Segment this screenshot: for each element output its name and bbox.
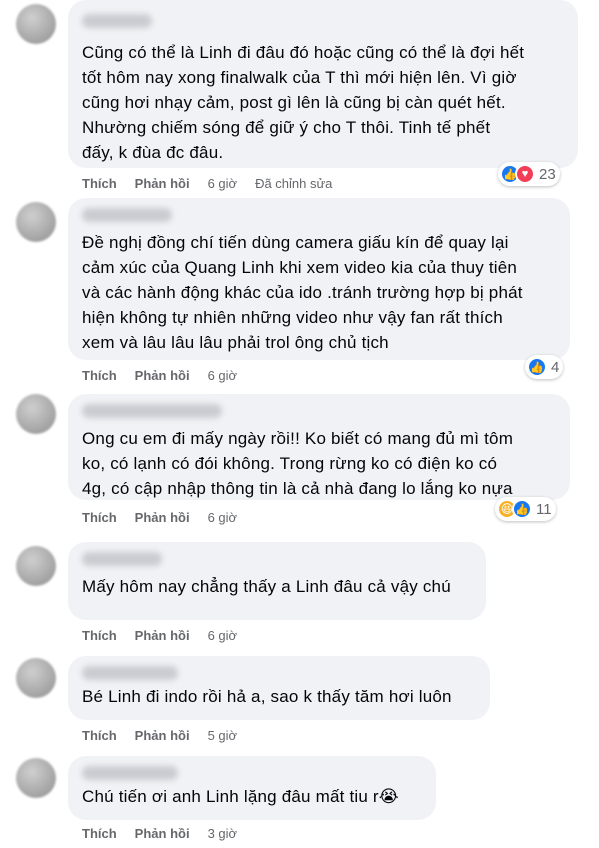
comment-actions: Thích Phản hồi 5 giờ xyxy=(82,728,237,743)
comment-line: Chú tiến ơi anh Linh lặng đâu mất tiu r😭 xyxy=(82,787,399,806)
reaction-count: 11 xyxy=(536,500,552,518)
comment-line: cũng hơi nhạy cảm, post gì lên là cũng b… xyxy=(82,93,506,112)
like-button[interactable]: Thích xyxy=(82,510,117,525)
reply-button[interactable]: Phản hồi xyxy=(135,176,190,191)
author-name-blurred[interactable] xyxy=(82,666,178,680)
reply-button[interactable]: Phản hồi xyxy=(135,628,190,643)
timestamp[interactable]: 6 giờ xyxy=(208,628,238,643)
timestamp[interactable]: 6 giờ xyxy=(208,510,238,525)
comment-text: Chú tiến ơi anh Linh lặng đâu mất tiu r😭 xyxy=(82,784,422,809)
avatar[interactable] xyxy=(16,394,56,434)
avatar[interactable] xyxy=(16,758,56,798)
reaction-count: 23 xyxy=(539,165,556,183)
comment-bubble: Chú tiến ơi anh Linh lặng đâu mất tiu r😭 xyxy=(68,756,436,820)
avatar[interactable] xyxy=(16,4,56,44)
comment-bubble: Bé Linh đi indo rồi hả a, sao k thấy tăm… xyxy=(68,656,490,720)
comment-line: Đề nghị đồng chí tiến dùng camera giấu k… xyxy=(82,233,509,252)
comment-bubble: Mấy hôm nay chẳng thấy a Linh đâu cả vậy… xyxy=(68,542,486,620)
comment-bubble: Ong cu em đi mấy ngày rồi!! Ko biết có m… xyxy=(68,394,570,500)
comment-actions: Thích Phản hồi 3 giờ xyxy=(82,826,237,841)
comment-text: Cũng có thể là Linh đi đâu đó hoặc cũng … xyxy=(82,40,564,165)
avatar[interactable] xyxy=(16,658,56,698)
timestamp[interactable]: 3 giờ xyxy=(208,826,238,841)
author-name-blurred[interactable] xyxy=(82,14,152,28)
comment-bubble: Cũng có thể là Linh đi đâu đó hoặc cũng … xyxy=(68,0,578,168)
comment-line: Cũng có thể là Linh đi đâu đó hoặc cũng … xyxy=(82,43,525,62)
reaction-summary[interactable]: 😆 👍 11 xyxy=(495,497,556,521)
author-name-blurred[interactable] xyxy=(82,552,162,566)
comment-actions: Thích Phản hồi 6 giờ Đã chỉnh sửa xyxy=(82,176,332,191)
comment-line: và các hành động khác của ido .tránh trư… xyxy=(82,283,523,302)
author-name-blurred[interactable] xyxy=(82,208,172,222)
reaction-summary[interactable]: 👍 ♥ 23 xyxy=(498,162,560,186)
comment-line: Nhường chiếm sóng để giữ ý cho T thôi. T… xyxy=(82,118,491,137)
reply-button[interactable]: Phản hồi xyxy=(135,510,190,525)
reply-button[interactable]: Phản hồi xyxy=(135,368,190,383)
comment-text: Mấy hôm nay chẳng thấy a Linh đâu cả vậy… xyxy=(82,574,472,599)
avatar[interactable] xyxy=(16,202,56,242)
comment-text: Bé Linh đi indo rồi hả a, sao k thấy tăm… xyxy=(82,684,476,709)
comment-text: Ong cu em đi mấy ngày rồi!! Ko biết có m… xyxy=(82,426,556,501)
comment-actions: Thích Phản hồi 6 giờ xyxy=(82,628,237,643)
thumbs-up-icon: 👍 xyxy=(527,357,547,377)
heart-icon: ♥ xyxy=(515,164,535,184)
comment-line: xem và lâu lâu lâu phải trol ông chủ tịc… xyxy=(82,333,389,352)
comment-line: ko, có lạnh có đói không. Trong rừng ko … xyxy=(82,454,498,473)
comment-line: hiện không tự nhiên những video như vậy … xyxy=(82,308,503,327)
comment-line: Ong cu em đi mấy ngày rồi!! Ko biết có m… xyxy=(82,429,514,448)
reply-button[interactable]: Phản hồi xyxy=(135,826,190,841)
like-button[interactable]: Thích xyxy=(82,728,117,743)
timestamp[interactable]: 5 giờ xyxy=(208,728,238,743)
comment-bubble: Đề nghị đồng chí tiến dùng camera giấu k… xyxy=(68,198,570,360)
comment-actions: Thích Phản hồi 6 giờ xyxy=(82,368,237,383)
timestamp[interactable]: 6 giờ xyxy=(208,368,238,383)
comment-actions: Thích Phản hồi 6 giờ xyxy=(82,510,237,525)
like-button[interactable]: Thích xyxy=(82,176,117,191)
edited-label[interactable]: Đã chỉnh sửa xyxy=(255,176,332,191)
reply-button[interactable]: Phản hồi xyxy=(135,728,190,743)
avatar[interactable] xyxy=(16,546,56,586)
reaction-summary[interactable]: 👍 4 xyxy=(525,355,564,379)
author-name-blurred[interactable] xyxy=(82,766,178,780)
comment-line: 4g, có cập nhập thông tin là cả nhà đang… xyxy=(82,479,513,498)
timestamp[interactable]: 6 giờ xyxy=(208,176,238,191)
reaction-count: 4 xyxy=(551,358,560,376)
like-button[interactable]: Thích xyxy=(82,826,117,841)
comment-line: đấy, k đùa đc đâu. xyxy=(82,143,224,162)
author-name-blurred[interactable] xyxy=(82,404,222,418)
comment-line: Mấy hôm nay chẳng thấy a Linh đâu cả vậy… xyxy=(82,577,451,596)
like-button[interactable]: Thích xyxy=(82,628,117,643)
comment-line: cảm xúc của Quang Linh khi xem video kia… xyxy=(82,258,518,277)
thumbs-up-icon: 👍 xyxy=(512,499,532,519)
like-button[interactable]: Thích xyxy=(82,368,117,383)
comment-line: tốt hôm nay xong finalwalk của T thì mới… xyxy=(82,68,517,87)
comment-text: Đề nghị đồng chí tiến dùng camera giấu k… xyxy=(82,230,556,355)
comment-line: Bé Linh đi indo rồi hả a, sao k thấy tăm… xyxy=(82,687,452,706)
